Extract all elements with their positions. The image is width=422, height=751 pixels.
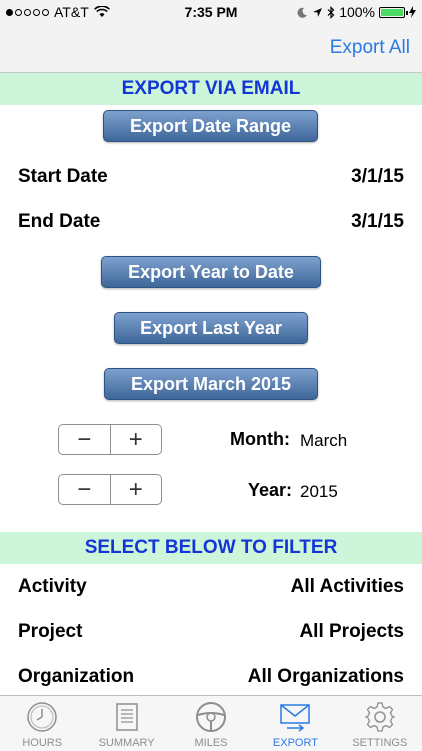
year-stepper[interactable]: − + <box>58 474 162 505</box>
month-label: Month: <box>230 429 290 449</box>
tab-summary-label: SUMMARY <box>98 737 155 749</box>
year-value: 2015 <box>300 482 338 501</box>
select-filter-header: SELECT BELOW TO FILTER <box>0 532 422 564</box>
tab-miles[interactable]: MILES <box>169 696 253 751</box>
project-value: All Projects <box>299 621 404 642</box>
end-date-value: 3/1/15 <box>351 211 404 232</box>
activity-filter-row[interactable]: Activity All Activities <box>18 576 404 606</box>
battery-icon <box>379 6 408 18</box>
month-value: March <box>300 431 348 450</box>
export-last-year-button[interactable]: Export Last Year <box>114 312 308 344</box>
battery-percent: 100% <box>339 4 375 20</box>
month-stepper[interactable]: − + <box>58 424 162 455</box>
tab-bar: HOURS SUMMARY MILES EXPORT SETTINGS <box>0 695 422 751</box>
bluetooth-icon <box>327 5 335 19</box>
end-date-row[interactable]: End Date 3/1/15 <box>18 211 404 241</box>
year-decrement-button[interactable]: − <box>59 475 110 504</box>
tab-settings[interactable]: SETTINGS <box>338 696 422 751</box>
tab-hours[interactable]: HOURS <box>0 696 84 751</box>
tab-settings-label: SETTINGS <box>352 737 408 749</box>
start-date-label: Start Date <box>18 166 108 187</box>
start-date-row[interactable]: Start Date 3/1/15 <box>18 166 404 196</box>
month-increment-button[interactable]: + <box>109 425 162 454</box>
tab-miles-label: MILES <box>194 737 228 749</box>
export-via-email-header: EXPORT VIA EMAIL <box>0 73 422 105</box>
project-label: Project <box>18 621 83 642</box>
tab-export-label: EXPORT <box>272 737 318 749</box>
year-label: Year: <box>248 480 293 500</box>
gear-icon <box>364 702 396 732</box>
activity-label: Activity <box>18 576 87 597</box>
export-year-to-date-button[interactable]: Export Year to Date <box>101 256 321 288</box>
start-date-value: 3/1/15 <box>351 166 404 187</box>
moon-icon <box>297 7 308 18</box>
month-decrement-button[interactable]: − <box>59 425 110 454</box>
organization-filter-row[interactable]: Organization All Organizations <box>18 666 404 696</box>
tab-export[interactable]: EXPORT <box>253 696 337 751</box>
export-month-button[interactable]: Export March 2015 <box>104 368 318 400</box>
mail-icon <box>280 704 311 732</box>
organization-value: All Organizations <box>247 666 404 687</box>
clock-icon <box>27 702 57 732</box>
status-bar: AT&T 7:35 PM 100% <box>0 0 422 24</box>
end-date-label: End Date <box>18 211 101 232</box>
export-date-range-button[interactable]: Export Date Range <box>103 110 318 142</box>
tab-hours-label: HOURS <box>22 737 63 749</box>
steering-wheel-icon <box>196 702 227 732</box>
activity-value: All Activities <box>290 576 404 597</box>
tab-summary[interactable]: SUMMARY <box>84 696 168 751</box>
organization-label: Organization <box>18 666 135 687</box>
document-icon <box>115 703 138 731</box>
project-filter-row[interactable]: Project All Projects <box>18 621 404 651</box>
location-icon <box>313 7 323 17</box>
navigation-bar: Export All <box>0 24 422 73</box>
charging-icon <box>409 6 416 18</box>
year-increment-button[interactable]: + <box>109 475 162 504</box>
export-all-button[interactable]: Export All <box>330 37 410 59</box>
